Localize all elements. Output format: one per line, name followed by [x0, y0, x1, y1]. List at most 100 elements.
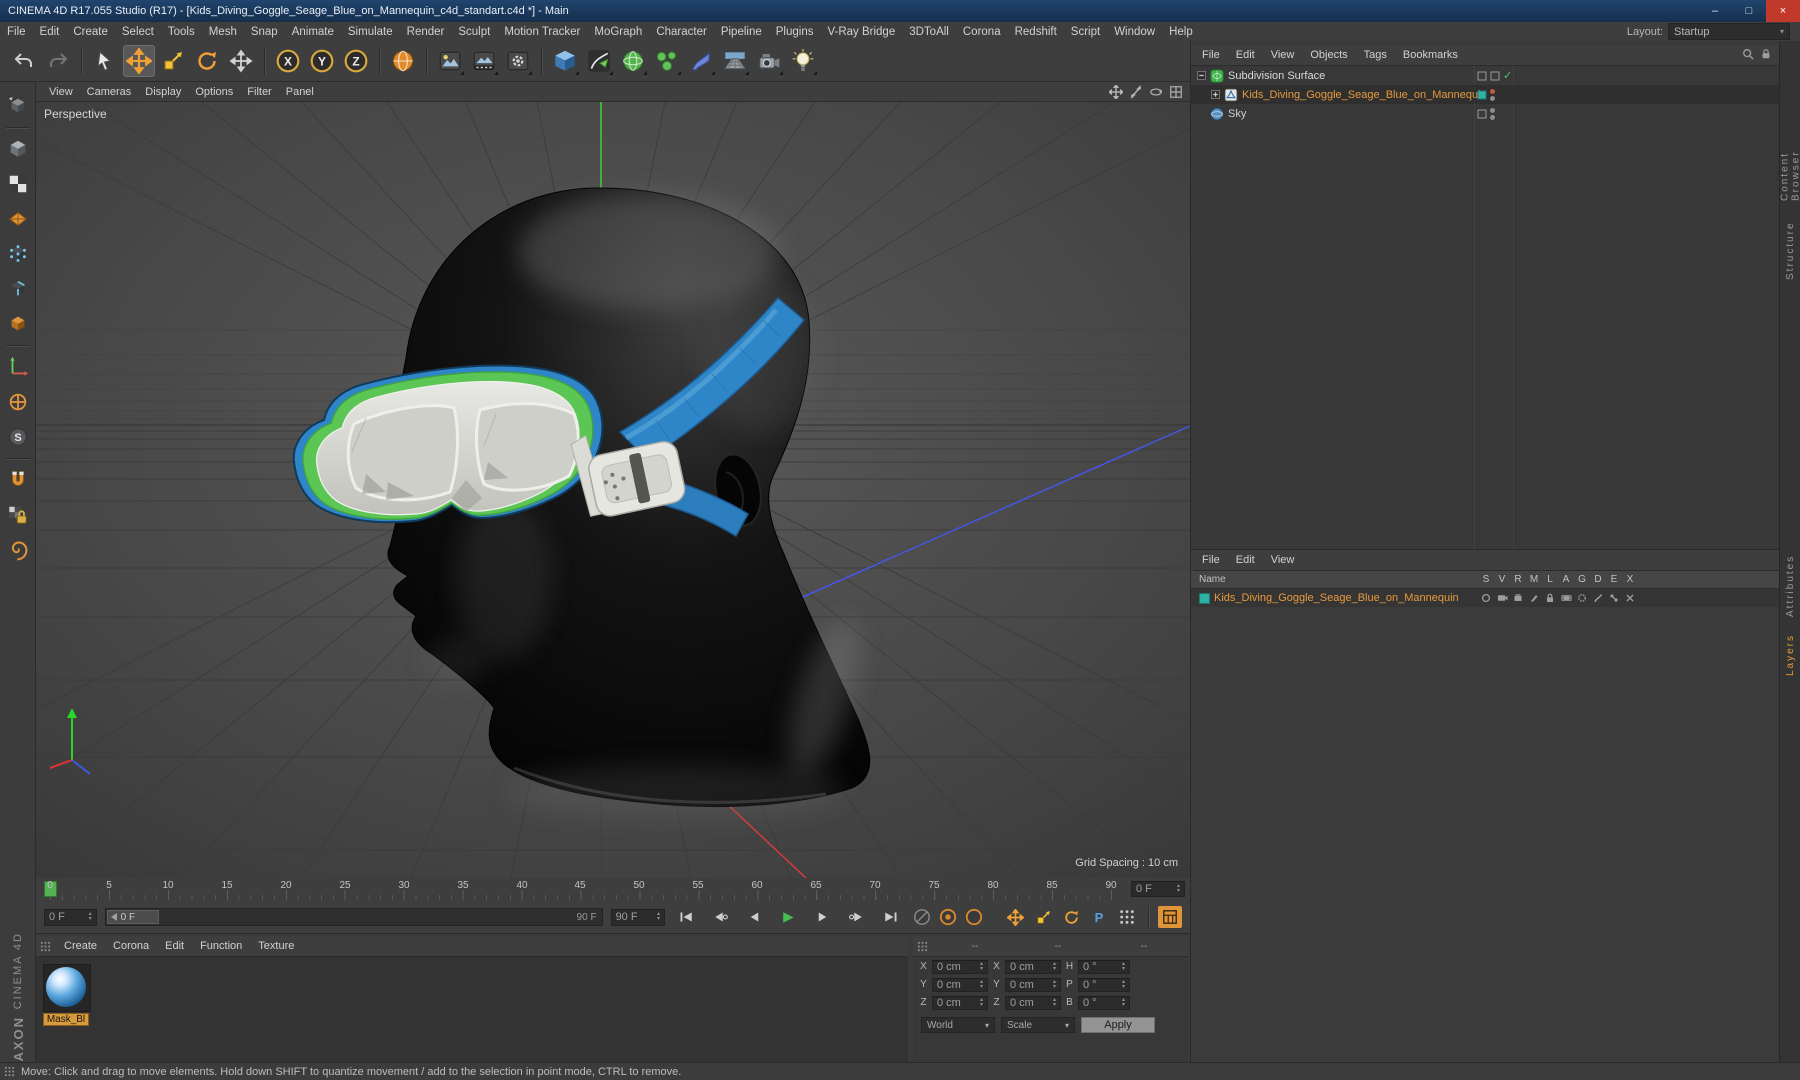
next-frame-button[interactable] — [809, 906, 835, 928]
pos-x-field[interactable]: 0 cm ▴ ▾ — [932, 959, 988, 974]
keyframe-scale-toggle[interactable] — [1031, 906, 1055, 928]
object-row-sky[interactable]: Sky — [1191, 104, 1780, 123]
spinner-down-icon[interactable]: ▾ — [89, 916, 92, 922]
visibility-dot-icon[interactable] — [1490, 107, 1495, 113]
visibility-dot-icon[interactable] — [1490, 88, 1495, 94]
menu-item-mesh[interactable]: Mesh — [202, 24, 244, 40]
keyframe-parameter-toggle[interactable]: P — [1087, 906, 1111, 928]
material-name-label[interactable]: Mask_Bl — [43, 1013, 89, 1026]
pos-y-field[interactable]: 0 cm ▴ ▾ — [932, 977, 988, 992]
rot-h-field[interactable]: 0 ° ▴ ▾ — [1078, 959, 1130, 974]
keyframe-rotation-toggle[interactable] — [1059, 906, 1083, 928]
position-header[interactable]: -- — [936, 941, 1014, 952]
column-header-render[interactable]: R — [1510, 574, 1526, 585]
size-y-field[interactable]: 0 cm ▴ ▾ — [1005, 977, 1061, 992]
workplane-mode-icon[interactable] — [4, 205, 32, 233]
lm-menu-edit[interactable]: Edit — [1229, 552, 1262, 568]
enabled-check-icon[interactable]: ✓ — [1503, 69, 1512, 82]
visibility-dot-icon[interactable] — [1490, 114, 1495, 120]
column-header-animation[interactable]: A — [1558, 574, 1574, 585]
material-menu-create[interactable]: Create — [57, 938, 104, 954]
minimize-button[interactable]: – — [1698, 0, 1732, 22]
z-axis-lock-icon[interactable]: Z — [340, 45, 372, 77]
om-menu-edit[interactable]: Edit — [1229, 47, 1262, 63]
model-mode-icon[interactable] — [4, 135, 32, 163]
menu-item-motion-tracker[interactable]: Motion Tracker — [497, 24, 587, 40]
menu-item-character[interactable]: Character — [649, 24, 714, 40]
visibility-dot-icon[interactable] — [1490, 95, 1495, 101]
viewport-menu-view[interactable]: View — [42, 84, 80, 100]
menu-item-simulate[interactable]: Simulate — [341, 24, 400, 40]
deformer-icon[interactable] — [685, 45, 717, 77]
material-menu-function[interactable]: Function — [193, 938, 249, 954]
scale-tool-icon[interactable] — [157, 45, 189, 77]
object-axis-icon[interactable] — [4, 388, 32, 416]
menu-item-mograph[interactable]: MoGraph — [587, 24, 649, 40]
viewport-menu-panel[interactable]: Panel — [279, 84, 321, 100]
tab-content-browser[interactable]: Content Browser — [1780, 101, 1800, 201]
viewport-canvas[interactable]: Perspective Grid Spacing : 10 cm — [36, 102, 1190, 878]
column-header-manager[interactable]: M — [1526, 574, 1542, 585]
snap-settings-icon[interactable]: S — [4, 423, 32, 451]
menu-item-animate[interactable]: Animate — [285, 24, 341, 40]
ruler-frame-spinner[interactable]: 0 F ▴ ▾ — [1131, 881, 1185, 897]
layer-name-label[interactable]: Kids_Diving_Goggle_Seage_Blue_on_Mannequ… — [1214, 592, 1459, 604]
rotate-view-icon[interactable] — [1148, 84, 1164, 100]
column-header-solo[interactable]: S — [1478, 574, 1494, 585]
column-header-deformers[interactable]: D — [1590, 574, 1606, 585]
animation-toggle-icon[interactable] — [1558, 593, 1574, 603]
column-header-expressions[interactable]: E — [1606, 574, 1622, 585]
goto-start-button[interactable] — [673, 906, 699, 928]
column-header-lock[interactable]: L — [1542, 574, 1558, 585]
undo-icon[interactable] — [8, 45, 40, 77]
record-objects-button[interactable] — [911, 906, 933, 928]
layer-row[interactable]: Kids_Diving_Goggle_Seage_Blue_on_Mannequ… — [1191, 589, 1780, 607]
spinner-down-icon[interactable]: ▾ — [1177, 888, 1180, 894]
expand-toggle-icon[interactable] — [1197, 71, 1206, 80]
tab-structure[interactable]: Structure — [1780, 216, 1800, 286]
rotate-tool-icon[interactable] — [191, 45, 223, 77]
viewport-menu-options[interactable]: Options — [188, 84, 240, 100]
toggle-view-layout-icon[interactable] — [1168, 84, 1184, 100]
points-mode-icon[interactable] — [4, 240, 32, 268]
panel-grip-icon[interactable] — [40, 941, 51, 952]
power-slider-handle[interactable]: 0 F — [106, 910, 159, 924]
menu-item-pipeline[interactable]: Pipeline — [714, 24, 769, 40]
previous-key-button[interactable] — [707, 906, 733, 928]
tab-attributes[interactable]: Attributes — [1780, 553, 1800, 619]
object-row-goggle[interactable]: Kids_Diving_Goggle_Seage_Blue_on_Mannequ… — [1191, 85, 1780, 104]
render-settings-icon[interactable] — [502, 45, 534, 77]
om-menu-bookmarks[interactable]: Bookmarks — [1396, 47, 1465, 63]
object-label[interactable]: Kids_Diving_Goggle_Seage_Blue_on_Mannequ… — [1242, 89, 1487, 101]
menu-item-file[interactable]: File — [0, 24, 33, 40]
viewport-menu-display[interactable]: Display — [138, 84, 188, 100]
render-view-icon[interactable] — [434, 45, 466, 77]
material-thumbnail[interactable] — [43, 964, 91, 1012]
om-menu-objects[interactable]: Objects — [1303, 47, 1354, 63]
render-picture-viewer-icon[interactable] — [468, 45, 500, 77]
coordinate-system-icon[interactable] — [387, 45, 419, 77]
object-row-subdivision-surface[interactable]: Subdivision Surface ✓ — [1191, 66, 1780, 85]
edges-mode-icon[interactable] — [4, 275, 32, 303]
om-menu-file[interactable]: File — [1195, 47, 1227, 63]
camera-icon[interactable] — [753, 45, 785, 77]
pan-view-icon[interactable] — [1108, 84, 1124, 100]
menu-item-plugins[interactable]: Plugins — [769, 24, 821, 40]
quantize-spiral-icon[interactable] — [4, 536, 32, 564]
rotation-header[interactable]: -- — [1102, 941, 1186, 952]
spinner-down-icon[interactable]: ▾ — [657, 916, 660, 922]
generators-toggle-icon[interactable] — [1574, 593, 1590, 603]
lm-menu-view[interactable]: View — [1264, 552, 1302, 568]
environment-floor-icon[interactable] — [719, 45, 751, 77]
spline-pen-icon[interactable] — [583, 45, 615, 77]
size-x-field[interactable]: 0 cm ▴ ▾ — [1005, 959, 1061, 974]
size-z-field[interactable]: 0 cm ▴ ▾ — [1005, 995, 1061, 1010]
object-label[interactable]: Sky — [1228, 108, 1246, 120]
column-header-generators[interactable]: G — [1574, 574, 1590, 585]
menu-item-help[interactable]: Help — [1162, 24, 1200, 40]
column-header-view[interactable]: V — [1494, 574, 1510, 585]
menu-item-3dtoall[interactable]: 3DToAll — [902, 24, 956, 40]
redo-icon[interactable] — [42, 45, 74, 77]
texture-mode-icon[interactable] — [4, 170, 32, 198]
viewport-menu-cameras[interactable]: Cameras — [80, 84, 139, 100]
